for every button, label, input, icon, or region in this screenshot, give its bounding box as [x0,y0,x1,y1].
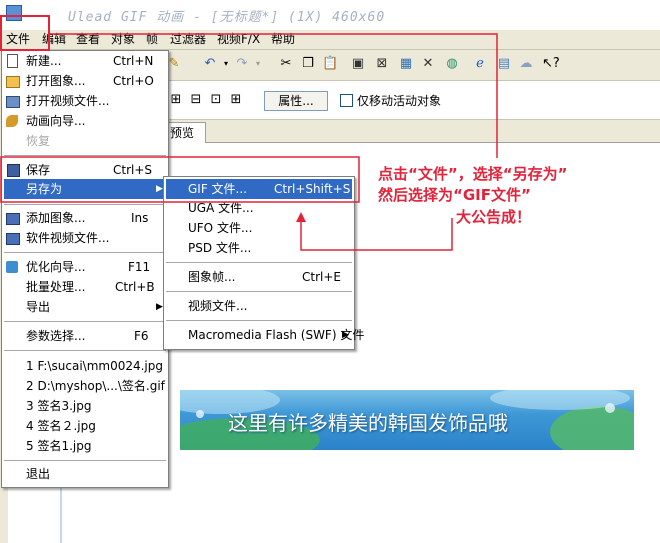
annotation-line-1: 点击“文件”，选择“另存为” [378,165,568,183]
annotation-line-2: 然后选择为“GIF文件” [378,186,531,204]
annotation-lines [0,33,498,251]
annotation-line-3: 大公告成！ [456,208,532,226]
